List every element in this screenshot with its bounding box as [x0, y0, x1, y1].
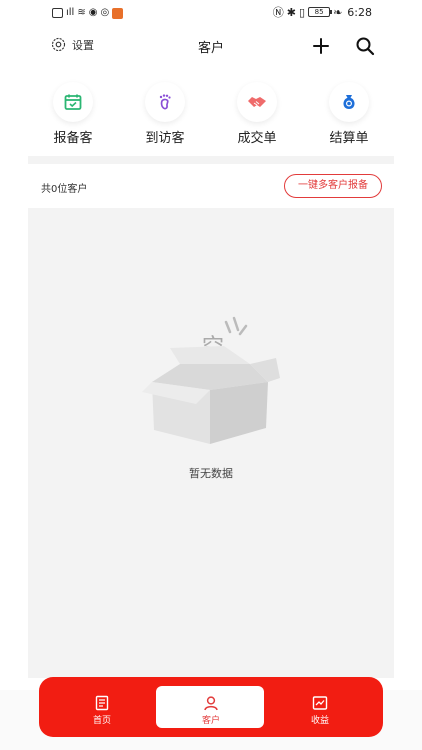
action-visit-customer[interactable]: 到访客: [120, 80, 210, 156]
customer-count: 共0位客户: [41, 184, 88, 195]
footprint-icon: [145, 82, 185, 122]
chart-icon: [312, 696, 328, 710]
battery-level: 85: [314, 8, 324, 16]
vibrate-icon: ▯: [299, 5, 306, 19]
add-icon[interactable]: [311, 36, 331, 56]
nav-home[interactable]: 首页: [47, 677, 157, 737]
handshake-icon: [237, 82, 277, 122]
nfc-icon: Ⓝ: [272, 6, 284, 19]
wifi-icon: ≋: [77, 7, 86, 18]
nav-label: 首页: [92, 716, 111, 726]
nav-label: 收益: [310, 716, 329, 726]
nav-customers[interactable]: 客户: [148, 677, 264, 737]
action-deal-order[interactable]: 成交单: [212, 80, 302, 156]
battery-icon: 85: [308, 7, 333, 17]
search-icon[interactable]: [354, 35, 376, 57]
status-time: 6:28: [347, 5, 372, 19]
action-settlement-order[interactable]: 结算单: [304, 80, 394, 156]
signal-icon: ıll: [66, 7, 75, 18]
nav-earnings[interactable]: 收益: [265, 677, 375, 737]
action-label: 报备客: [53, 131, 93, 146]
empty-message: 暂无数据: [189, 467, 233, 480]
nav-label: 客户: [201, 716, 220, 726]
leaf-icon: ❧: [333, 5, 343, 19]
status-bar: ıll ≋ ◉ ◎ Ⓝ ✱ ▯ 85 ❧ 6:28: [0, 0, 422, 26]
app-notification-icon: [112, 7, 124, 19]
action-label: 结算单: [329, 131, 369, 146]
hotspot-icon: ◉: [88, 7, 98, 18]
status-icons-right: Ⓝ ✱ ▯ 85 ❧ 6:28: [272, 5, 372, 20]
bottom-nav: 首页 客户 收益: [39, 677, 383, 737]
person-icon: [204, 696, 218, 711]
action-label: 到访客: [145, 131, 185, 146]
customer-count-bar: 共0位客户 一键多客户报备: [28, 164, 394, 208]
status-icons-left: ıll ≋ ◉ ◎: [52, 6, 124, 20]
location-icon: ◎: [100, 7, 110, 18]
header: 设置 客户: [0, 26, 422, 66]
batch-report-button[interactable]: 一键多客户报备: [284, 174, 382, 198]
home-doc-icon: [95, 695, 109, 711]
empty-box-illustration: 空: [142, 316, 280, 444]
message-icon: [52, 8, 63, 18]
action-report-customer[interactable]: 报备客: [28, 80, 118, 156]
bluetooth-icon: ✱: [286, 5, 297, 19]
money-bag-icon: [329, 82, 369, 122]
quick-actions: 报备客 到访客 成交单 结算单: [28, 80, 394, 156]
calendar-check-icon: [53, 82, 93, 122]
action-label: 成交单: [237, 131, 277, 146]
